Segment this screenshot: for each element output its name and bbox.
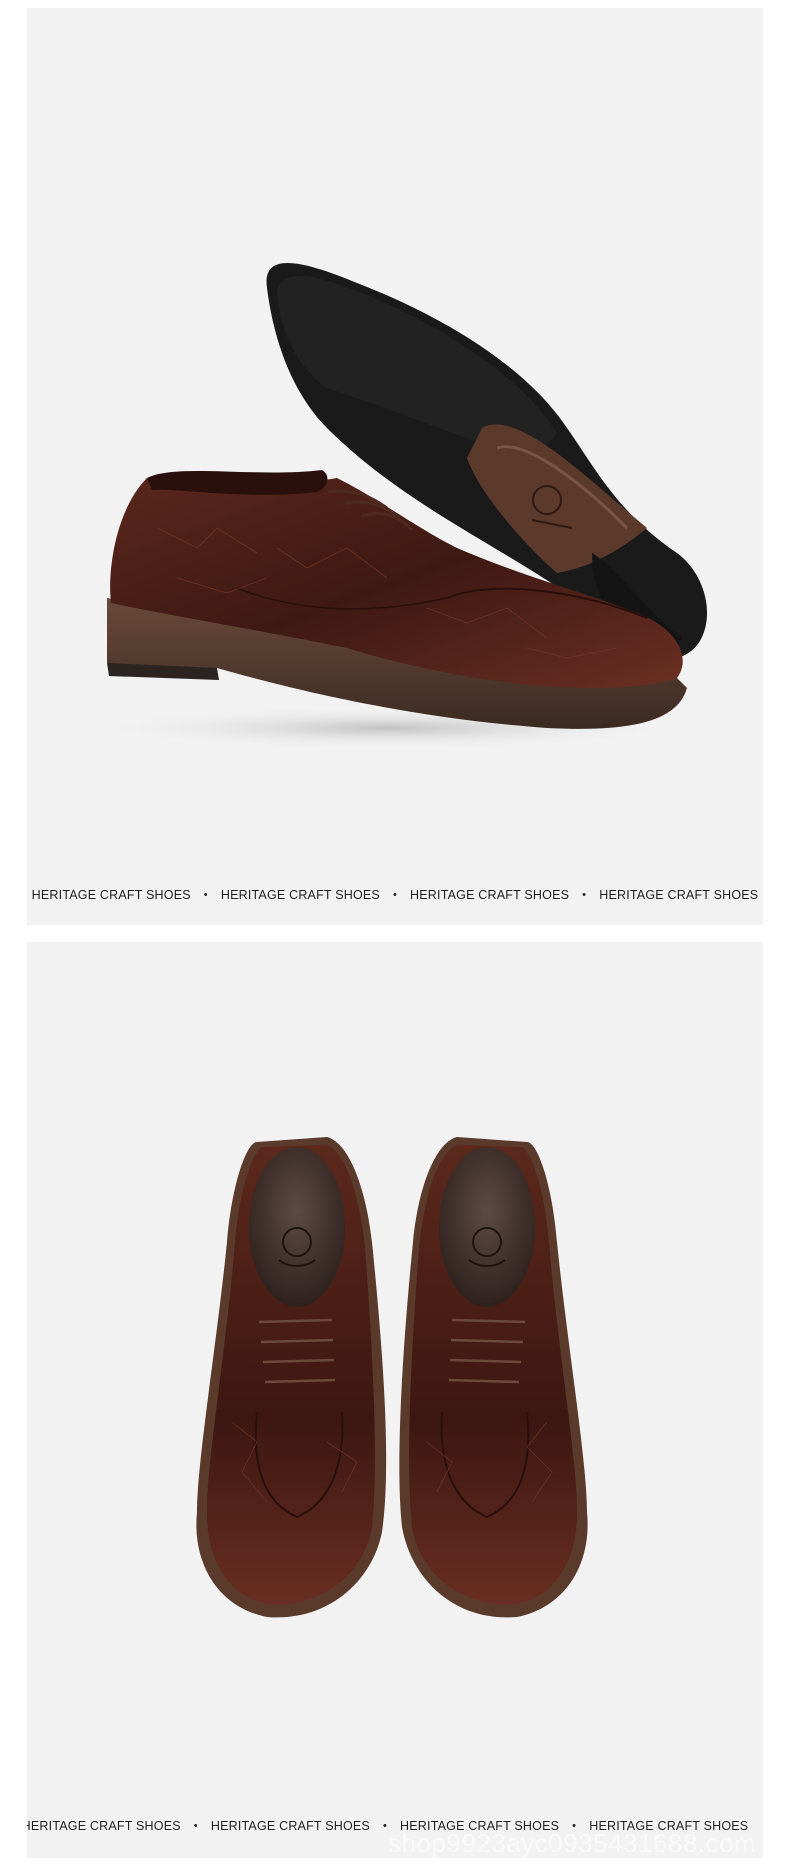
- separator-dot: •: [582, 889, 587, 901]
- caption-text: HERITAGE CRAFT SHOES: [210, 1819, 370, 1833]
- right-shoe: [399, 1137, 588, 1618]
- caption-strip-top: HERITAGE CRAFT SHOES • HERITAGE CRAFT SH…: [27, 888, 763, 902]
- caption-text: HERITAGE CRAFT SHOES: [31, 888, 191, 902]
- separator-dot: •: [203, 889, 208, 901]
- product-photo-top-view: HERITAGE CRAFT SHOES • HERITAGE CRAFT SH…: [27, 942, 763, 1858]
- shoe-side-and-sole-illustration: [87, 263, 707, 750]
- caption-text: HERITAGE CRAFT SHOES: [220, 888, 380, 902]
- separator-dot: •: [382, 1820, 388, 1832]
- shoe-pair-top-view-illustration: [196, 1137, 588, 1618]
- caption-text: HERITAGE CRAFT SHOES: [599, 888, 759, 902]
- left-shoe: [196, 1137, 387, 1618]
- watermark: shop9923ayc0935431688.com: [388, 1828, 757, 1858]
- separator-dot: •: [392, 889, 398, 901]
- separator-dot: •: [193, 1820, 198, 1832]
- caption-text: HERITAGE CRAFT SHOES: [27, 1819, 181, 1833]
- caption-text: HERITAGE CRAFT SHOES: [410, 888, 570, 902]
- product-photo-side-view: HERITAGE CRAFT SHOES • HERITAGE CRAFT SH…: [27, 8, 763, 925]
